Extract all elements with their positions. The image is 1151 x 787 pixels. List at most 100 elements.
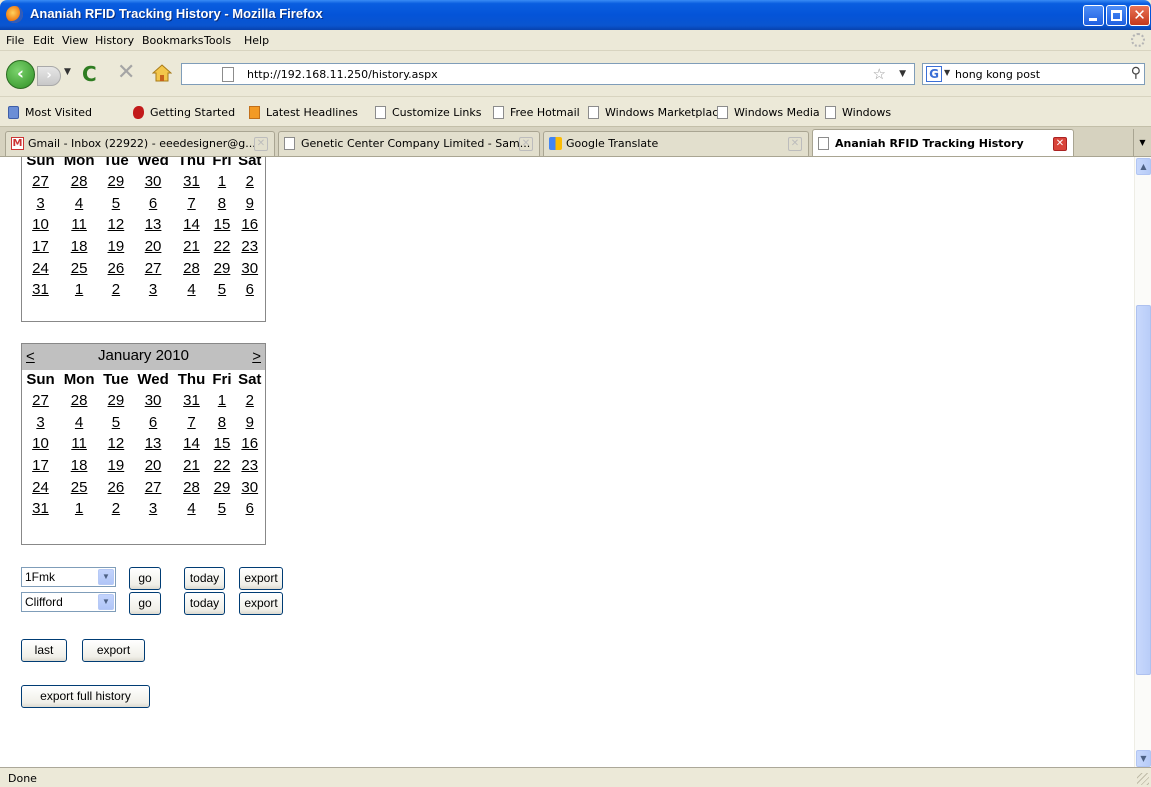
menu-bookmarks[interactable]: Bookmarks [142,34,203,47]
url-text[interactable]: http://192.168.11.250/history.aspx [247,68,438,81]
calendar-day-link[interactable]: 12 [108,435,125,452]
bookmark-windows[interactable]: Windows [825,106,891,119]
calendar-day-link[interactable]: 28 [183,479,200,496]
reload-icon[interactable]: C [82,62,97,86]
calendar-day-link[interactable]: 31 [183,173,200,190]
calendar-day-link[interactable]: 27 [145,479,162,496]
calendar-day-link[interactable]: 25 [71,260,88,277]
calendar-day-link[interactable]: 30 [241,479,258,496]
close-tab-icon[interactable]: ✕ [1053,137,1067,151]
stop-icon[interactable]: ✕ [117,60,135,85]
calendar-day-link[interactable]: 2 [112,500,120,517]
calendar-day-link[interactable]: 17 [32,238,49,255]
calendar-day-link[interactable]: 28 [183,260,200,277]
tab-google-translate[interactable]: Google Translate ✕ [543,131,809,156]
calendar-day-link[interactable]: 30 [145,392,162,409]
calendar-day-link[interactable]: 30 [241,260,258,277]
calendar-day-link[interactable]: 19 [108,457,125,474]
calendar-day-link[interactable]: 5 [112,195,120,212]
calendar-day-link[interactable]: 24 [32,260,49,277]
calendar-day-link[interactable]: 10 [32,435,49,452]
calendar-day-link[interactable]: 3 [149,281,157,298]
scroll-down-button[interactable]: ▼ [1136,750,1151,767]
calendar-day-link[interactable]: 28 [71,392,88,409]
search-engine-dropdown-icon[interactable]: ▼ [944,68,950,77]
export-button[interactable]: export [239,592,283,615]
last-button[interactable]: last [21,639,67,662]
magnifier-icon[interactable]: ⚲ [1131,65,1141,81]
close-tab-icon[interactable]: ✕ [519,137,533,151]
minimize-button[interactable] [1083,5,1104,26]
bookmark-customize-links[interactable]: Customize Links [375,106,482,119]
calendar-day-link[interactable]: 28 [71,173,88,190]
bookmark-windows-media[interactable]: Windows Media [717,106,820,119]
calendar-day-link[interactable]: 23 [241,238,258,255]
history-dropdown-icon[interactable]: ▼ [64,67,71,77]
calendar-day-link[interactable]: 6 [149,414,157,431]
menu-file[interactable]: File [6,34,24,47]
calendar-day-link[interactable]: 9 [246,195,254,212]
calendar-day-link[interactable]: 29 [108,173,125,190]
export-full-history-button[interactable]: export full history [21,685,150,708]
export-button[interactable]: export [239,567,283,590]
calendar-day-link[interactable]: 2 [246,173,254,190]
maximize-button[interactable] [1106,5,1127,26]
calendar-day-link[interactable]: 10 [32,216,49,233]
calendar-day-link[interactable]: 7 [187,414,195,431]
bookmark-free-hotmail[interactable]: Free Hotmail [493,106,580,119]
calendar-day-link[interactable]: 20 [145,457,162,474]
search-input[interactable]: hong kong post [955,68,1040,81]
go-button[interactable]: go [129,567,161,590]
calendar-day-link[interactable]: 9 [246,414,254,431]
vertical-scrollbar[interactable]: ▲ ▼ [1134,157,1151,767]
calendar-day-link[interactable]: 21 [183,457,200,474]
calendar-day-link[interactable]: 24 [32,479,49,496]
calendar-day-link[interactable]: 26 [108,260,125,277]
close-tab-icon[interactable]: ✕ [254,137,268,151]
calendar-day-link[interactable]: 29 [214,260,231,277]
calendar-day-link[interactable]: 14 [183,435,200,452]
tab-gmail[interactable]: M Gmail - Inbox (22922) - eeedesigner@g.… [5,131,275,156]
forward-button[interactable]: › [37,66,61,86]
calendar-day-link[interactable]: 1 [218,392,226,409]
back-button[interactable]: ‹ [6,60,35,89]
calendar-day-link[interactable]: 4 [187,500,195,517]
scrollbar-thumb[interactable] [1136,305,1151,675]
calendar-day-link[interactable]: 13 [145,216,162,233]
calendar-day-link[interactable]: 5 [218,500,226,517]
calendar-day-link[interactable]: 29 [108,392,125,409]
home-icon[interactable] [152,63,172,83]
calendar-day-link[interactable]: 18 [71,457,88,474]
chevron-down-icon[interactable]: ▼ [98,569,114,585]
tag-select[interactable]: Clifford ▼ [21,592,116,612]
close-tab-icon[interactable]: ✕ [788,137,802,151]
menu-tools[interactable]: Tools [204,34,231,47]
calendar-day-link[interactable]: 4 [187,281,195,298]
calendar-day-link[interactable]: 26 [108,479,125,496]
calendar-day-link[interactable]: 8 [218,195,226,212]
calendar-day-link[interactable]: 16 [241,216,258,233]
calendar-day-link[interactable]: 14 [183,216,200,233]
tab-list-button[interactable]: ▼ [1133,129,1151,157]
calendar-day-link[interactable]: 31 [32,500,49,517]
calendar-day-link[interactable]: 12 [108,216,125,233]
menu-view[interactable]: View [62,34,88,47]
calendar-day-link[interactable]: 17 [32,457,49,474]
calendar-day-link[interactable]: 31 [32,281,49,298]
calendar-day-link[interactable]: 21 [183,238,200,255]
calendar-day-link[interactable]: 18 [71,238,88,255]
export-last-button[interactable]: export [82,639,145,662]
calendar-day-link[interactable]: 3 [149,500,157,517]
bookmark-getting-started[interactable]: Getting Started [133,106,235,119]
scroll-up-button[interactable]: ▲ [1136,158,1151,175]
calendar-day-link[interactable]: 13 [145,435,162,452]
go-button[interactable]: go [129,592,161,615]
calendar-day-link[interactable]: 1 [218,173,226,190]
calendar-day-link[interactable]: 3 [36,414,44,431]
calendar-day-link[interactable]: 31 [183,392,200,409]
bookmark-most-visited[interactable]: Most Visited [8,106,92,119]
tab-ananiah-rfid[interactable]: Ananiah RFID Tracking History ✕ [812,129,1074,157]
menu-edit[interactable]: Edit [33,34,54,47]
calendar-day-link[interactable]: 1 [75,281,83,298]
calendar-day-link[interactable]: 1 [75,500,83,517]
